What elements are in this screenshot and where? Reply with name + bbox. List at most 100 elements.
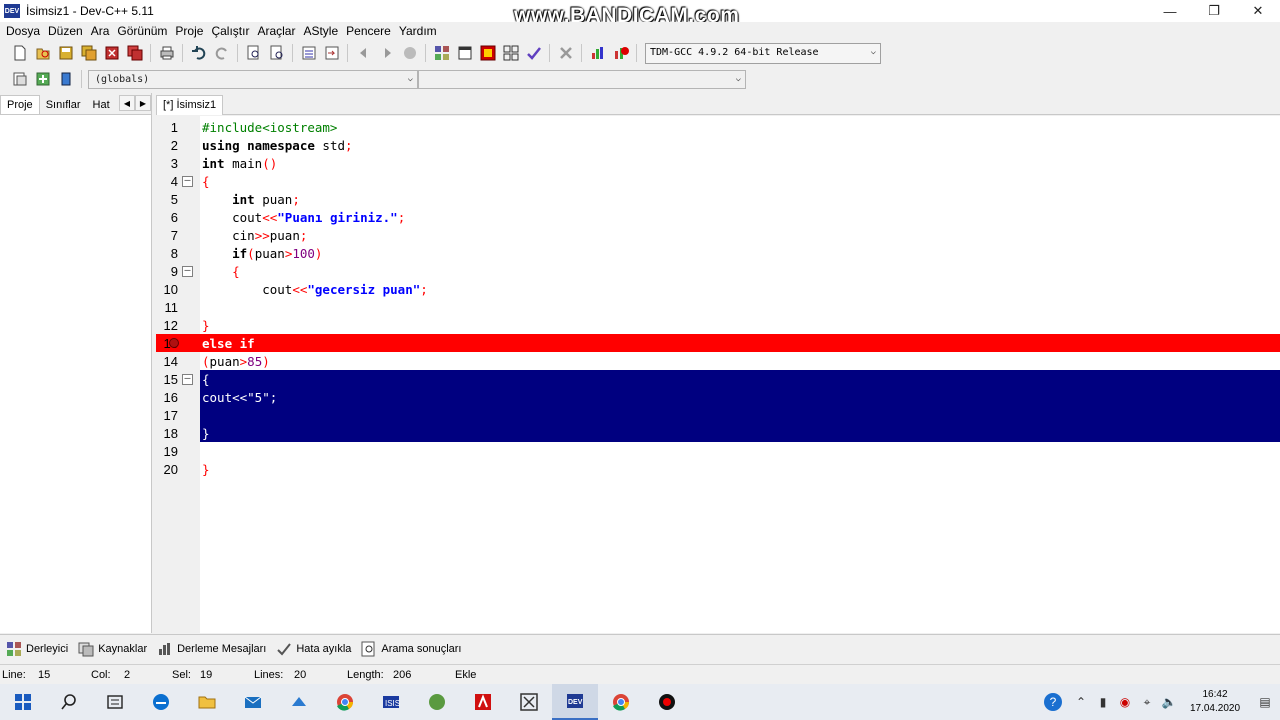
tab-scroll-left-icon[interactable]: ◀ bbox=[119, 95, 135, 111]
close-file-button[interactable] bbox=[101, 43, 122, 64]
checkmark-icon bbox=[277, 642, 292, 655]
menu-yardim[interactable]: Yardım bbox=[395, 24, 441, 38]
code-editor[interactable]: 1 #include<iostream> 2 using namespace std… bbox=[156, 116, 1280, 633]
toggle-comment-button[interactable] bbox=[399, 43, 420, 64]
compile-button[interactable] bbox=[431, 43, 452, 64]
tab-hata-ayikla[interactable]: Hata ayıkla bbox=[274, 641, 359, 657]
menu-calistir[interactable]: Çalıştır bbox=[207, 24, 253, 38]
run-button[interactable] bbox=[454, 43, 475, 64]
app-button-3[interactable] bbox=[506, 684, 552, 720]
code-line-error-highlight: 13else if bbox=[156, 334, 1280, 352]
new-project-button[interactable] bbox=[9, 69, 30, 90]
app-tray-icon[interactable]: ◉ bbox=[1114, 695, 1136, 709]
app-button-2[interactable] bbox=[414, 684, 460, 720]
save-button[interactable] bbox=[55, 43, 76, 64]
find-button[interactable] bbox=[243, 43, 264, 64]
add-to-project-button[interactable] bbox=[32, 69, 53, 90]
fold-collapse-icon[interactable]: – bbox=[182, 176, 193, 187]
tab-siniflar[interactable]: Sınıflar bbox=[40, 96, 87, 114]
task-view-icon bbox=[107, 695, 123, 709]
goto-line-button[interactable] bbox=[298, 43, 319, 64]
edge-taskbar-button[interactable] bbox=[138, 684, 184, 720]
folder-icon bbox=[198, 696, 216, 709]
wifi-icon[interactable]: ⌖ bbox=[1136, 695, 1158, 710]
start-button[interactable] bbox=[0, 684, 46, 720]
dev-cpp-window: DEV İsimsiz1 - Dev-C++ 5.11 www.BANDICAM… bbox=[0, 0, 1280, 720]
menu-duzen[interactable]: Düzen bbox=[44, 24, 87, 38]
tab-arama-sonuclari[interactable]: Arama sonuçları bbox=[359, 641, 469, 657]
code-line: 19 bbox=[163, 444, 178, 459]
file-explorer-button[interactable] bbox=[184, 684, 230, 720]
tab-label: Derleyici bbox=[26, 642, 69, 655]
chrome-button[interactable] bbox=[322, 684, 368, 720]
code-line: 9– { bbox=[170, 264, 240, 279]
menu-astyle[interactable]: AStyle bbox=[299, 24, 342, 38]
save-all-icon bbox=[81, 45, 96, 61]
menu-pencere[interactable]: Pencere bbox=[342, 24, 395, 38]
bookmark-button[interactable] bbox=[321, 43, 342, 64]
editor-tab-bar: [*] İsimsiz1 bbox=[156, 93, 1280, 115]
stop-execution-button[interactable] bbox=[555, 43, 576, 64]
volume-icon[interactable]: 🔈 bbox=[1158, 695, 1180, 709]
rebuild-all-button[interactable] bbox=[500, 43, 521, 64]
bandicam-button[interactable] bbox=[644, 684, 690, 720]
menu-ara[interactable]: Ara bbox=[87, 24, 114, 38]
tab-derleme-mesajlari[interactable]: Derleme Mesajları bbox=[155, 641, 274, 657]
tab-hata-ayiklama[interactable]: Hat bbox=[87, 96, 116, 114]
scope-combo[interactable]: (globals) ⌵ bbox=[88, 69, 418, 89]
menu-proje[interactable]: Proje bbox=[171, 24, 207, 38]
isis-button[interactable]: ISIS bbox=[368, 684, 414, 720]
syntax-check-button[interactable] bbox=[523, 43, 544, 64]
fold-collapse-icon[interactable]: – bbox=[182, 374, 193, 385]
acrobat-button[interactable] bbox=[460, 684, 506, 720]
status-col-label: Col: bbox=[91, 669, 111, 681]
member-combo[interactable]: ⌵ bbox=[418, 69, 746, 89]
maximize-button[interactable]: ❐ bbox=[1192, 0, 1236, 22]
tab-isimsiz1[interactable]: [*] İsimsiz1 bbox=[156, 95, 224, 115]
open-button[interactable] bbox=[32, 43, 53, 64]
minimize-button[interactable]: — bbox=[1148, 0, 1192, 22]
help-icon[interactable]: ? bbox=[1044, 693, 1062, 711]
windows-taskbar: ISIS DEV ? ⌃ ▮ ◉ ⌖ 🔈 16:42 17.04.2020 ▤ bbox=[0, 684, 1280, 720]
tab-label: Arama sonuçları bbox=[381, 642, 462, 655]
menu-dosya[interactable]: Dosya bbox=[2, 24, 44, 38]
project-options-button[interactable] bbox=[55, 69, 76, 90]
tab-label: Derleme Mesajları bbox=[177, 642, 267, 655]
indent-right-icon bbox=[384, 48, 391, 58]
print-button[interactable] bbox=[156, 43, 177, 64]
mail-button[interactable] bbox=[230, 684, 276, 720]
clock[interactable]: 16:42 17.04.2020 bbox=[1180, 688, 1250, 716]
tab-proje[interactable]: Proje bbox=[0, 95, 40, 114]
compile-run-button[interactable] bbox=[477, 43, 498, 64]
chrome-button-2[interactable] bbox=[598, 684, 644, 720]
dev-cpp-taskbar-button[interactable]: DEV bbox=[552, 684, 598, 720]
delete-profile-button[interactable] bbox=[610, 43, 631, 64]
tab-scroll-right-icon[interactable]: ▶ bbox=[135, 95, 151, 111]
code-line: 6 cout<<"Puanı giriniz."; bbox=[170, 210, 406, 225]
app-button-1[interactable] bbox=[276, 684, 322, 720]
battery-icon[interactable]: ▮ bbox=[1092, 695, 1114, 709]
notifications-icon[interactable]: ▤ bbox=[1250, 695, 1280, 709]
indent-right-button[interactable] bbox=[376, 43, 397, 64]
compiler-select[interactable]: TDM-GCC 4.9.2 64-bit Release ⌵ bbox=[645, 42, 881, 64]
close-all-button[interactable] bbox=[124, 43, 145, 64]
redo-button[interactable] bbox=[211, 43, 232, 64]
undo-button[interactable] bbox=[188, 43, 209, 64]
save-all-button[interactable] bbox=[78, 43, 99, 64]
replace-button[interactable] bbox=[266, 43, 287, 64]
task-view-button[interactable] bbox=[92, 684, 138, 720]
fold-collapse-icon[interactable]: – bbox=[182, 266, 193, 277]
chevron-up-icon[interactable]: ⌃ bbox=[1070, 695, 1092, 709]
class-toolbar: (globals) ⌵ ⌵ bbox=[0, 66, 1280, 92]
menu-araclar[interactable]: Araçlar bbox=[253, 24, 299, 38]
menu-gorunum[interactable]: Görünüm bbox=[113, 24, 171, 38]
tab-derleyici[interactable]: Derleyici bbox=[4, 641, 76, 657]
close-button[interactable]: ✕ bbox=[1236, 0, 1280, 22]
new-file-button[interactable] bbox=[9, 43, 30, 64]
code-line: 8 if(puan>100) bbox=[170, 246, 323, 261]
profile-analysis-button[interactable] bbox=[587, 43, 608, 64]
project-browser-panel: Proje Sınıflar Hat ◀ ▶ bbox=[0, 93, 152, 633]
search-button[interactable] bbox=[46, 684, 92, 720]
tab-kaynaklar[interactable]: Kaynaklar bbox=[76, 641, 155, 657]
indent-left-button[interactable] bbox=[353, 43, 374, 64]
